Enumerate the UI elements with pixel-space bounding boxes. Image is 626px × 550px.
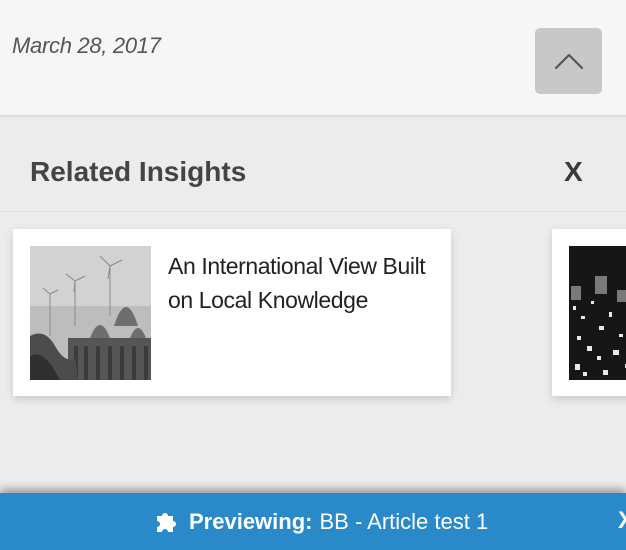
preview-status: Previewing: BB - Article test 1	[153, 509, 488, 535]
preview-value: BB - Article test 1	[319, 509, 489, 534]
preview-close-button[interactable]: X	[618, 507, 626, 535]
related-insights-close-button[interactable]: X	[564, 156, 583, 188]
puzzle-icon	[157, 513, 176, 532]
temple-domes-wind-turbines-photo	[30, 246, 151, 380]
related-insight-card[interactable]	[552, 229, 626, 396]
preview-bar: Previewing: BB - Article test 1 X	[0, 493, 626, 550]
preview-label: Previewing:	[189, 509, 313, 534]
related-insights-title: Related Insights	[30, 156, 247, 187]
related-insight-card[interactable]: An International View Built on Local Kno…	[13, 229, 451, 396]
related-insight-card-title: An International View Built on Local Kno…	[168, 253, 426, 313]
scroll-to-top-button[interactable]	[535, 28, 602, 94]
city-lights-photo	[569, 246, 626, 380]
article-meta-strip: March 28, 2017	[0, 0, 626, 117]
chevron-up-icon	[554, 53, 583, 70]
related-insights-header: Related Insights X	[0, 117, 626, 212]
related-insights-panel: Related Insights X An International View…	[0, 117, 626, 493]
article-date: March 28, 2017	[12, 33, 161, 58]
